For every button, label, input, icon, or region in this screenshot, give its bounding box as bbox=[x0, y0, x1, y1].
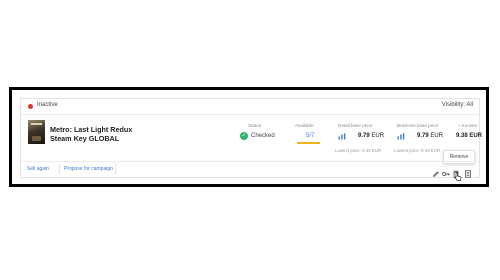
strategy-icon[interactable] bbox=[397, 133, 405, 140]
status-value: Checked bbox=[251, 133, 275, 139]
offer-status: Inactive bbox=[37, 102, 58, 108]
income-value: 9.38 EUR bbox=[456, 133, 483, 139]
product-title-line2: Steam Key GLOBAL bbox=[50, 133, 120, 143]
status-column-header: Status bbox=[248, 123, 262, 128]
product-title[interactable]: Metro: Last Light Redux Steam Key GLOBAL bbox=[50, 125, 160, 143]
business-price[interactable]: 9.79 EUR bbox=[417, 133, 443, 139]
sell-again-link[interactable]: Sell again bbox=[27, 166, 49, 172]
income-column-header: ~ Income bbox=[458, 123, 478, 128]
cursor-hand-icon bbox=[454, 168, 462, 181]
screenshot-frame: Inactive Visibility: All Metro: Last Lig… bbox=[9, 87, 489, 187]
retail-column-header: Retail base price bbox=[338, 123, 373, 128]
offer-card: Inactive Visibility: All Metro: Last Lig… bbox=[20, 98, 483, 181]
availability-bar bbox=[297, 142, 320, 144]
business-column-header: Business base price bbox=[397, 123, 439, 128]
status-dot bbox=[28, 104, 33, 109]
retail-lowest-price: Lowest price: 9.40 EUR bbox=[335, 148, 382, 153]
document-icon[interactable] bbox=[464, 165, 472, 178]
available-value[interactable]: 5/7 bbox=[306, 133, 314, 139]
key-icon[interactable] bbox=[442, 165, 450, 177]
strategy-icon[interactable] bbox=[338, 133, 346, 140]
retail-price[interactable]: 9.79 EUR bbox=[358, 133, 384, 139]
footer-divider bbox=[115, 164, 116, 174]
business-price-currency: EUR bbox=[430, 133, 444, 139]
card-header: Inactive Visibility: All bbox=[21, 99, 479, 115]
card-footer: Sell again Propose for campaign bbox=[21, 161, 479, 181]
business-lowest-price: Lowest price: 9.49 EUR bbox=[394, 148, 441, 153]
visibility-label: Visibility: All bbox=[441, 102, 473, 108]
propose-campaign-link[interactable]: Propose for campaign bbox=[64, 166, 113, 172]
retail-price-currency: EUR bbox=[371, 133, 385, 139]
product-thumbnail bbox=[28, 120, 45, 144]
pencil-icon[interactable] bbox=[432, 165, 440, 177]
check-circle-icon: ✓ bbox=[240, 132, 248, 140]
available-column-header: Available bbox=[295, 123, 314, 128]
retail-price-value: 9.79 bbox=[358, 133, 370, 139]
footer-divider bbox=[59, 164, 60, 174]
business-price-value: 9.79 bbox=[417, 133, 429, 139]
